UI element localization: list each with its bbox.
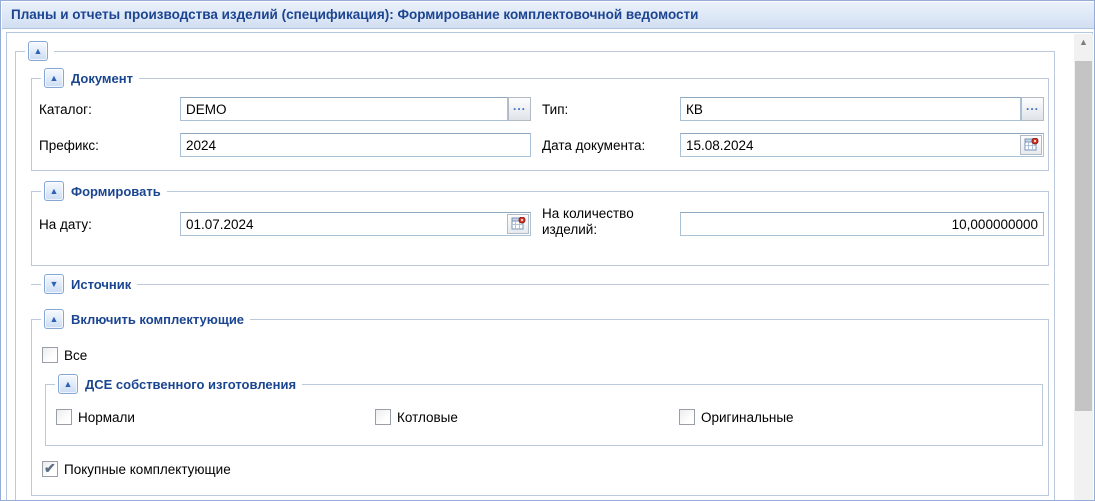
title-bar: Планы и отчеты производства изделий (спе… <box>2 2 1094 29</box>
document-date-label: Дата документа: <box>542 138 645 153</box>
on-date-label: На дату: <box>39 217 92 232</box>
collapse-arrow-icon[interactable]: ▲ <box>28 41 48 61</box>
own-made-group-header: ▲ ДСЕ собственного изготовления <box>55 373 302 395</box>
catalog-browse-button[interactable]: ... <box>508 97 531 121</box>
scroll-up-arrow-icon[interactable]: ▲ <box>1074 34 1093 51</box>
source-group-line <box>31 284 1049 285</box>
original-checkbox-label[interactable]: Оригинальные <box>701 410 794 425</box>
on-date-input[interactable] <box>180 212 531 236</box>
app-window: Планы и отчеты производства изделий (спе… <box>0 0 1095 501</box>
boiler-checkbox-label[interactable]: Котловые <box>397 410 458 425</box>
collapse-arrow-icon[interactable]: ▲ <box>44 309 64 329</box>
calendar-icon <box>511 217 526 231</box>
collapse-arrow-icon[interactable]: ▲ <box>44 68 64 88</box>
page-title: Планы и отчеты производства изделий (спе… <box>11 2 698 28</box>
document-group-box <box>31 78 1049 171</box>
document-group-header: ▲ Документ <box>41 67 139 89</box>
document-group-label: Документ <box>71 71 133 86</box>
type-browse-button[interactable]: ... <box>1021 97 1044 121</box>
source-group-header: ▼ Источник <box>41 273 137 295</box>
type-label: Тип: <box>542 102 568 117</box>
original-checkbox[interactable]: ✔ <box>679 409 695 425</box>
document-date-input[interactable] <box>680 133 1044 157</box>
catalog-label: Каталог: <box>39 102 92 117</box>
prefix-label: Префикс: <box>39 138 99 153</box>
source-group-label: Источник <box>71 277 131 292</box>
quantity-input[interactable] <box>680 212 1044 236</box>
normals-checkbox-label[interactable]: Нормали <box>78 410 135 425</box>
purchased-checkbox[interactable]: ✔ <box>42 461 58 477</box>
collapse-arrow-icon[interactable]: ▲ <box>44 181 64 201</box>
scrollbar-thumb[interactable] <box>1075 61 1092 411</box>
outer-group-header: ▲ <box>25 40 54 62</box>
collapse-arrow-icon[interactable]: ▲ <box>58 374 78 394</box>
type-input[interactable] <box>680 97 1021 121</box>
prefix-input[interactable] <box>180 133 531 157</box>
checkmark-icon: ✔ <box>44 460 56 477</box>
expand-arrow-icon[interactable]: ▼ <box>44 274 64 294</box>
boiler-checkbox[interactable]: ✔ <box>375 409 391 425</box>
purchased-checkbox-label[interactable]: Покупные комплектующие <box>64 462 231 477</box>
vertical-scrollbar[interactable]: ▲ <box>1074 34 1093 501</box>
own-made-group-label: ДСЕ собственного изготовления <box>85 377 296 392</box>
catalog-input[interactable] <box>180 97 508 121</box>
quantity-label: На количество изделий: <box>542 206 674 238</box>
include-group-header: ▲ Включить комплектующие <box>41 308 250 330</box>
all-checkbox-label[interactable]: Все <box>64 348 87 363</box>
generate-group-header: ▲ Формировать <box>41 180 167 202</box>
calendar-icon <box>1024 138 1039 152</box>
all-checkbox[interactable]: ✔ <box>42 347 58 363</box>
on-date-calendar-button[interactable] <box>507 214 529 234</box>
normals-checkbox[interactable]: ✔ <box>56 409 72 425</box>
include-group-label: Включить комплектующие <box>71 312 244 327</box>
generate-group-label: Формировать <box>71 184 161 199</box>
document-date-calendar-button[interactable] <box>1020 135 1042 155</box>
